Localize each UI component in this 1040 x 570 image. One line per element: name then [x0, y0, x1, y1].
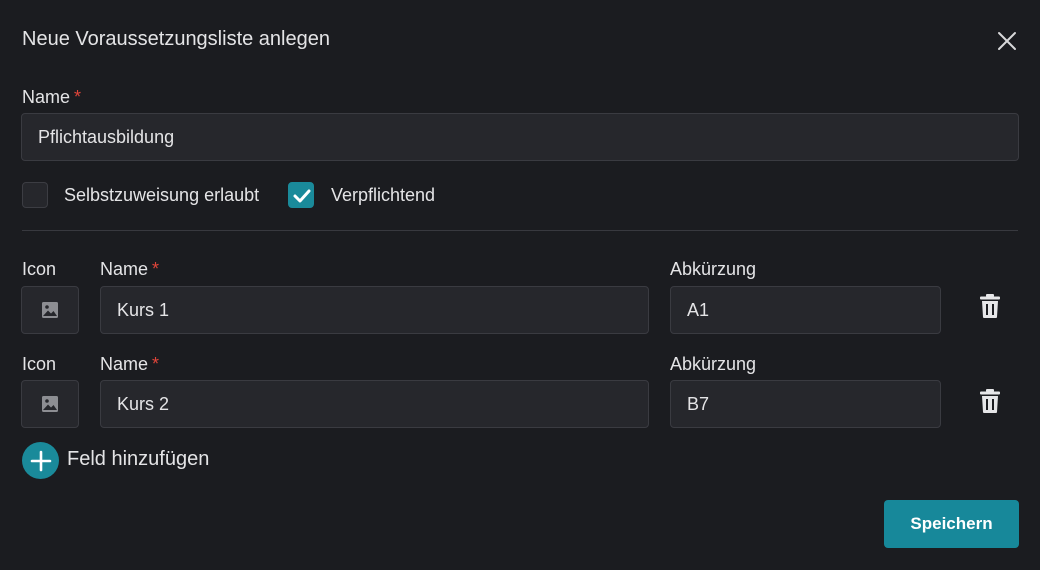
field-1-name-label-text: Name	[100, 259, 149, 279]
name-label: Name *	[22, 87, 81, 108]
close-icon[interactable]	[994, 28, 1020, 54]
field-2-icon-picker[interactable]	[21, 380, 79, 428]
field-1-abbr-label: Abkürzung	[670, 259, 757, 279]
self-assign-checkbox[interactable]	[22, 182, 48, 208]
trash-icon	[980, 294, 1000, 318]
dialog-title: Neue Voraussetzungsliste anlegen	[22, 28, 330, 50]
field-2-abbr-label: Abkürzung	[670, 354, 757, 374]
image-icon	[42, 302, 58, 318]
check-icon	[293, 189, 311, 203]
name-label-text: Name	[22, 87, 71, 107]
save-button[interactable]: Speichern	[884, 500, 1019, 548]
required-mark: *	[152, 354, 160, 374]
required-mark: *	[74, 87, 82, 107]
trash-icon	[980, 389, 1000, 413]
add-field-button[interactable]	[22, 442, 59, 479]
field-2-icon-label: Icon	[22, 354, 57, 374]
required-mark: *	[152, 259, 160, 279]
field-1-name-label: Name *	[100, 259, 159, 280]
field-1-icon-label: Icon	[22, 259, 57, 279]
field-2-abbr-input[interactable]	[670, 380, 941, 428]
field-1-icon-picker[interactable]	[21, 286, 79, 334]
dialog: Neue Voraussetzungsliste anlegen Name* S…	[0, 0, 1040, 570]
mandatory-label: Verpflichtend	[331, 185, 436, 205]
field-1-name-input[interactable]	[100, 286, 649, 334]
image-icon	[42, 396, 58, 412]
divider	[22, 230, 1018, 231]
field-2-name-label-text: Name	[100, 354, 149, 374]
list-name-input[interactable]	[21, 113, 1019, 161]
field-1-delete-button[interactable]	[978, 293, 1002, 319]
field-2-name-label: Name *	[100, 354, 159, 375]
self-assign-label: Selbstzuweisung erlaubt	[64, 185, 260, 205]
add-field-label[interactable]: Feld hinzufügen	[67, 448, 209, 471]
field-2-name-input[interactable]	[100, 380, 649, 428]
field-1-abbr-input[interactable]	[670, 286, 941, 334]
field-2-delete-button[interactable]	[978, 388, 1002, 414]
mandatory-checkbox[interactable]	[288, 182, 314, 208]
plus-icon	[30, 450, 51, 471]
